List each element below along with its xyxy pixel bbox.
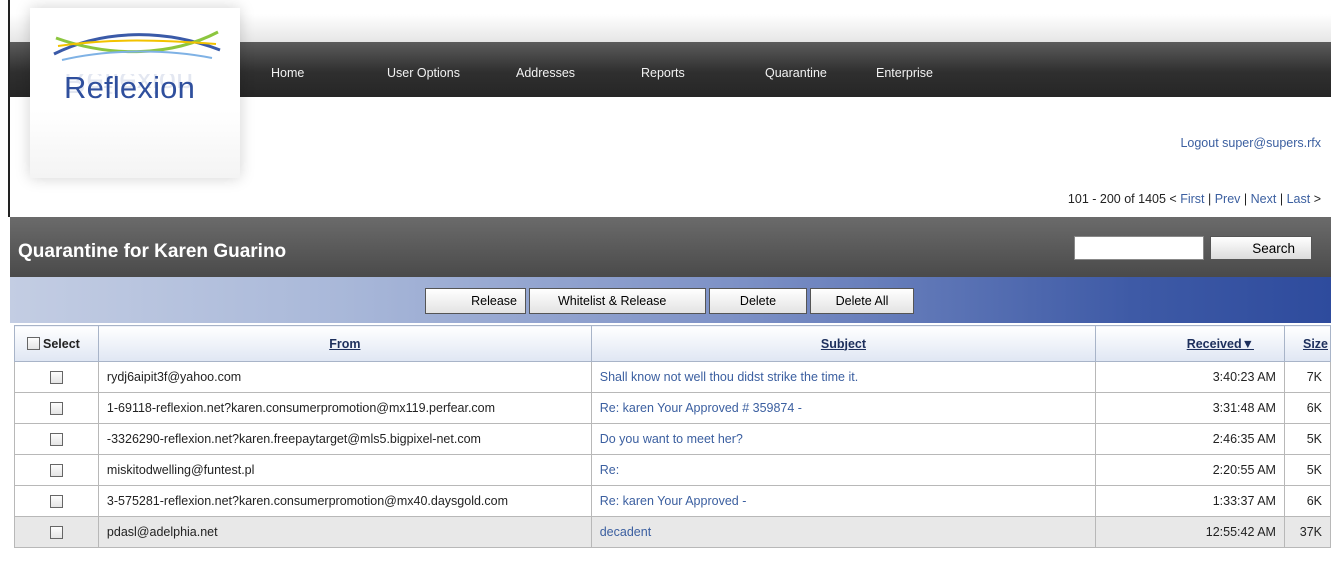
logout-link[interactable]: Logout super@supers.rfx: [1180, 136, 1321, 150]
row-select-cell: [14, 423, 99, 455]
search-button[interactable]: Search: [1210, 236, 1312, 260]
table-row[interactable]: 3-575281-reflexion.net?karen.consumerpro…: [14, 485, 1331, 517]
search-input[interactable]: [1074, 236, 1204, 260]
row-subject-cell: decadent: [590, 516, 1097, 548]
delete-all-button[interactable]: Delete All: [810, 288, 914, 314]
row-size: 5K: [1283, 423, 1331, 455]
row-select-cell: [14, 454, 99, 486]
row-checkbox[interactable]: [49, 371, 63, 385]
row-received: 2:46:35 AM: [1095, 423, 1285, 455]
nav-user-options[interactable]: User Options: [387, 66, 460, 80]
from-sort-link[interactable]: From: [329, 337, 360, 351]
select-all-checkbox[interactable]: [27, 337, 40, 351]
row-subject-link[interactable]: decadent: [600, 525, 651, 539]
pager-first-link[interactable]: First: [1180, 192, 1204, 206]
pager-last-link[interactable]: Last: [1287, 192, 1311, 206]
pagination: 101 - 200 of 1405 < First | Prev | Next …: [1068, 192, 1321, 206]
quarantine-table: Select From Subject Received▼ Size rydj6…: [14, 325, 1331, 548]
row-size: 5K: [1283, 454, 1331, 486]
row-received: 12:55:42 AM: [1095, 516, 1285, 548]
row-checkbox[interactable]: [49, 526, 63, 540]
pager-separator: |: [1243, 192, 1248, 206]
select-header-label: Select: [43, 336, 80, 351]
nav-reports[interactable]: Reports: [641, 66, 685, 80]
table-row[interactable]: pdasl@adelphia.net decadent 12:55:42 AM …: [14, 516, 1331, 548]
row-checkbox[interactable]: [49, 495, 63, 509]
subject-header[interactable]: Subject: [590, 325, 1097, 362]
whitelist-release-button[interactable]: Whitelist & Release: [529, 288, 706, 314]
row-checkbox[interactable]: [49, 464, 63, 478]
row-subject-cell: Re: karen Your Approved # 359874 -: [590, 392, 1097, 424]
subject-sort-link[interactable]: Subject: [821, 337, 866, 351]
row-from: rydj6aipit3f@yahoo.com: [97, 361, 592, 393]
table-row[interactable]: -3326290-reflexion.net?karen.freepaytarg…: [14, 423, 1331, 455]
from-header[interactable]: From: [97, 325, 592, 362]
row-subject-cell: Do you want to meet her?: [590, 423, 1097, 455]
nav-quarantine[interactable]: Quarantine: [765, 66, 827, 80]
pager-prev-link[interactable]: Prev: [1215, 192, 1241, 206]
delete-button[interactable]: Delete: [709, 288, 807, 314]
release-button[interactable]: Release: [425, 288, 526, 314]
pager-end-marker: >: [1313, 192, 1321, 206]
row-received: 1:33:37 AM: [1095, 485, 1285, 517]
pagination-range: 101 - 200 of 1405 <: [1067, 192, 1177, 206]
table-row[interactable]: 1-69118-reflexion.net?karen.consumerprom…: [14, 392, 1331, 424]
row-subject-link[interactable]: Do you want to meet her?: [600, 432, 743, 446]
pager-next-link[interactable]: Next: [1251, 192, 1277, 206]
nav-home[interactable]: Home: [271, 66, 304, 80]
nav-enterprise[interactable]: Enterprise: [876, 66, 933, 80]
row-subject-link[interactable]: Re:: [600, 463, 619, 477]
row-received: 2:20:55 AM: [1095, 454, 1285, 486]
nav-addresses[interactable]: Addresses: [516, 66, 575, 80]
row-subject-cell: Shall know not well thou didst strike th…: [590, 361, 1097, 393]
received-sort-link[interactable]: Received▼: [1187, 337, 1254, 351]
row-subject-cell: Re:: [590, 454, 1097, 486]
table-row[interactable]: miskitodwelling@funtest.pl Re: 2:20:55 A…: [14, 454, 1331, 486]
row-select-cell: [14, 485, 99, 517]
row-received: 3:40:23 AM: [1095, 361, 1285, 393]
row-received: 3:31:48 AM: [1095, 392, 1285, 424]
row-select-cell: [14, 392, 99, 424]
row-size: 7K: [1283, 361, 1331, 393]
row-select-cell: [14, 361, 99, 393]
row-from: -3326290-reflexion.net?karen.freepaytarg…: [97, 423, 592, 455]
page-title: Quarantine for Karen Guarino: [18, 241, 287, 262]
row-checkbox[interactable]: [49, 433, 63, 447]
select-all-header[interactable]: Select: [14, 325, 99, 362]
left-divider: [8, 0, 10, 217]
row-select-cell: [14, 516, 99, 548]
table-row[interactable]: rydj6aipit3f@yahoo.com Shall know not we…: [14, 361, 1331, 393]
size-sort-link[interactable]: Size: [1303, 337, 1328, 351]
logo[interactable]: Reflexion Reflexion: [30, 8, 240, 178]
row-subject-link[interactable]: Re: karen Your Approved -: [600, 494, 747, 508]
row-size: 6K: [1283, 485, 1331, 517]
table-header-row: Select From Subject Received▼ Size: [14, 325, 1331, 362]
row-from: miskitodwelling@funtest.pl: [97, 454, 592, 486]
logo-reflection: Reflexion: [64, 74, 194, 100]
pager-separator: |: [1207, 192, 1212, 206]
row-from: pdasl@adelphia.net: [97, 516, 592, 548]
row-checkbox[interactable]: [49, 402, 63, 416]
pager-separator: |: [1279, 192, 1284, 206]
row-subject-link[interactable]: Shall know not well thou didst strike th…: [600, 370, 858, 384]
row-from: 1-69118-reflexion.net?karen.consumerprom…: [97, 392, 592, 424]
row-size: 37K: [1283, 516, 1331, 548]
row-from: 3-575281-reflexion.net?karen.consumerpro…: [97, 485, 592, 517]
received-header[interactable]: Received▼: [1095, 325, 1285, 362]
size-header[interactable]: Size: [1283, 325, 1331, 362]
logo-swoosh-icon: [53, 30, 221, 61]
row-size: 6K: [1283, 392, 1331, 424]
row-subject-cell: Re: karen Your Approved -: [590, 485, 1097, 517]
row-subject-link[interactable]: Re: karen Your Approved # 359874 -: [600, 401, 802, 415]
